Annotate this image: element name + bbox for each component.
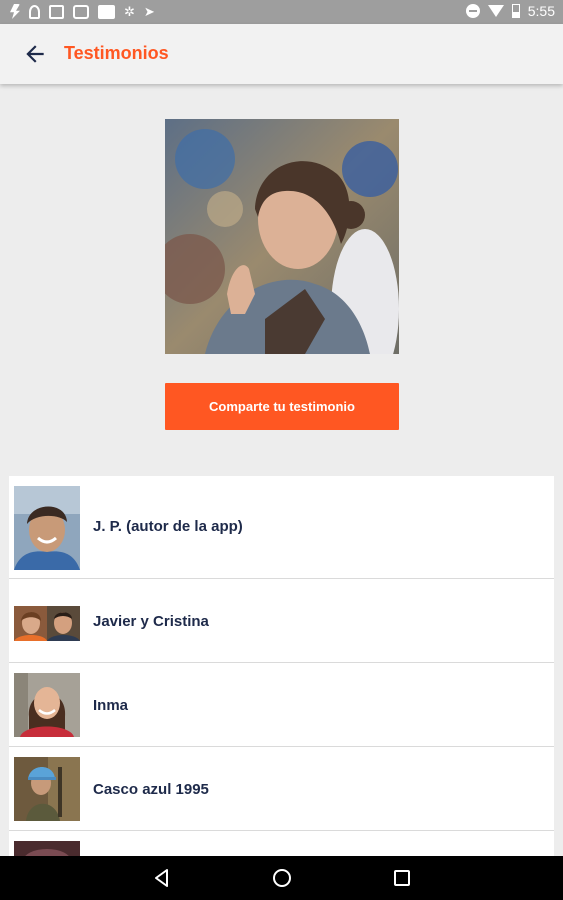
camera-icon <box>73 4 89 19</box>
avatar <box>14 606 80 641</box>
status-time: 5:55 <box>527 3 555 19</box>
avatar <box>14 757 80 821</box>
avatar <box>14 673 80 737</box>
back-button[interactable] <box>22 41 48 67</box>
list-item[interactable]: Javier y Cristina <box>9 579 554 663</box>
share-testimony-button[interactable]: Comparte tu testimonio <box>165 383 399 430</box>
list-item-label: Javier y Cristina <box>93 613 209 630</box>
list-item[interactable]: Casco azul 1995 <box>9 747 554 831</box>
list-item[interactable]: Inma <box>9 663 554 747</box>
home-circle-icon <box>273 869 291 887</box>
arrow-back-icon <box>26 45 44 63</box>
back-triangle-icon <box>155 869 168 887</box>
recents-square-icon <box>394 870 410 886</box>
flash-icon <box>10 4 20 19</box>
status-bar: ✲ ➤ 5:55 <box>0 0 563 24</box>
wifi-icon <box>487 5 504 17</box>
navigation-bar <box>0 856 563 900</box>
sync-icon: ✲ <box>124 3 135 19</box>
list-item-label: Inma <box>93 697 129 714</box>
list-item-label: Casco azul 1995 <box>93 781 209 798</box>
list-item[interactable]: J. P. (autor de la app) <box>9 476 554 579</box>
testimonial-list: J. P. (autor de la app) Javier y Cristin… <box>9 476 554 856</box>
list-item[interactable] <box>9 831 554 856</box>
hero-image <box>165 119 399 354</box>
nav-home-button[interactable] <box>272 868 292 888</box>
avatar <box>14 841 80 856</box>
page-title: Testimonios <box>64 43 169 63</box>
system-icons: 5:55 <box>465 3 555 19</box>
nav-recents-button[interactable] <box>392 868 412 888</box>
gallery-icon <box>98 4 115 19</box>
nav-back-button[interactable] <box>152 868 172 888</box>
do-not-disturb-icon <box>465 4 480 18</box>
list-item-label: J. P. (autor de la app) <box>93 518 243 535</box>
notification-icons: ✲ ➤ <box>10 4 155 19</box>
image-icon <box>49 4 64 19</box>
avatar <box>14 486 80 570</box>
lock-icon <box>29 4 40 19</box>
battery-icon <box>511 4 520 18</box>
app-bar: Testimonios <box>0 24 563 84</box>
send-icon: ➤ <box>143 3 155 19</box>
